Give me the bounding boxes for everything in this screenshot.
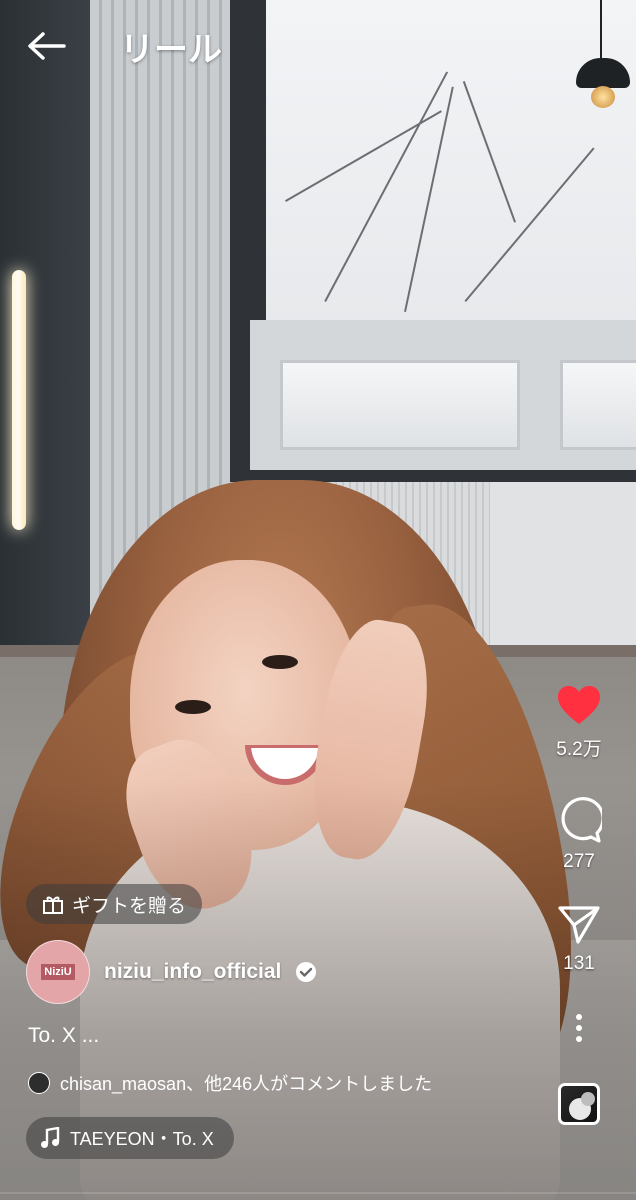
music-note-icon [41,1127,60,1148]
author-row: NiziU niziu_info_official [26,940,317,1004]
send-gift-button[interactable]: ギフトを贈る [26,884,203,924]
arrow-left-icon [28,32,66,60]
more-options-button[interactable] [574,1013,584,1043]
share-button[interactable]: 131 [557,905,601,975]
page-title: リール [120,31,222,69]
more-vertical-icon [576,1014,582,1042]
comments-preview[interactable]: chisan_maosan、他246人がコメントしました [28,1070,432,1096]
person-eye [262,655,298,669]
paper-plane-icon [558,906,600,944]
comments-preview-text: chisan_maosan、他246人がコメントしました [60,1074,433,1094]
username[interactable]: niziu_info_official [104,960,281,984]
gift-icon [43,896,63,914]
caption[interactable]: To. X ... [28,1024,99,1048]
comment-count: 277 [563,851,595,872]
heart-icon [558,686,600,724]
divider [0,1192,636,1194]
comment-button[interactable]: 277 [556,797,602,873]
light-strip [12,270,26,530]
gift-label: ギフトを贈る [72,895,187,917]
avatar-logo-text: NiziU [41,964,75,980]
person-eye [175,700,211,714]
audio-thumbnail-button[interactable] [558,1083,600,1125]
verified-badge-icon [295,961,317,983]
action-rail: 5.2万 277 131 [536,680,622,1125]
top-bar: リール [0,0,636,90]
wall [490,482,636,660]
comment-icon [561,797,602,843]
share-count: 131 [563,953,595,974]
audio-track-button[interactable]: TAEYEON・To. X [26,1117,234,1159]
like-button[interactable]: 5.2万 [556,684,602,761]
avatar [28,1072,50,1094]
like-count: 5.2万 [556,739,602,760]
lower-window [250,320,636,470]
avatar[interactable]: NiziU [26,940,90,1004]
audio-label: TAEYEON・To. X [70,1129,214,1149]
back-button[interactable] [24,24,68,68]
